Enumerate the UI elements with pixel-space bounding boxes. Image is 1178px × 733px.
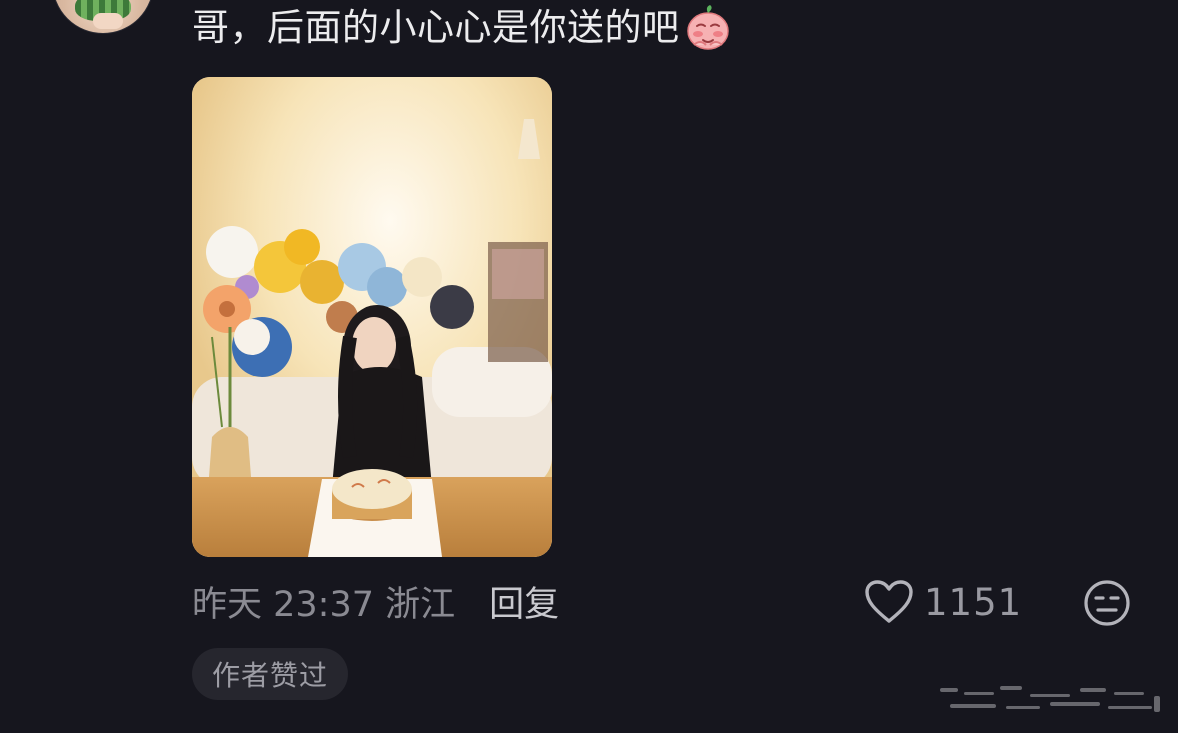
watermark xyxy=(930,680,1170,724)
heart-outline-icon xyxy=(865,580,913,623)
comment-meta: 昨天 23:37 浙江 回复 xyxy=(192,576,559,627)
comment-text: 哥，后面的小心心是你送的吧 xyxy=(192,6,680,49)
blushing-face-emoji xyxy=(684,4,732,52)
comment-row: 哥，后面的小心心是你送的吧 xyxy=(192,0,732,56)
comment-time-location: 昨天 23:37 浙江 xyxy=(192,584,456,625)
author-liked-label: 作者赞过 xyxy=(211,659,328,692)
comment-photo[interactable] xyxy=(192,77,552,557)
like-button[interactable]: 1151 xyxy=(864,578,1022,626)
like-count: 1151 xyxy=(924,580,1023,624)
author-liked-badge: 作者赞过 xyxy=(192,648,348,700)
reply-button[interactable]: 回复 xyxy=(489,576,559,627)
neutral-face-icon xyxy=(1084,580,1130,626)
avatar-hand xyxy=(93,13,123,29)
dislike-button[interactable] xyxy=(1083,579,1131,627)
user-avatar[interactable] xyxy=(52,0,154,34)
